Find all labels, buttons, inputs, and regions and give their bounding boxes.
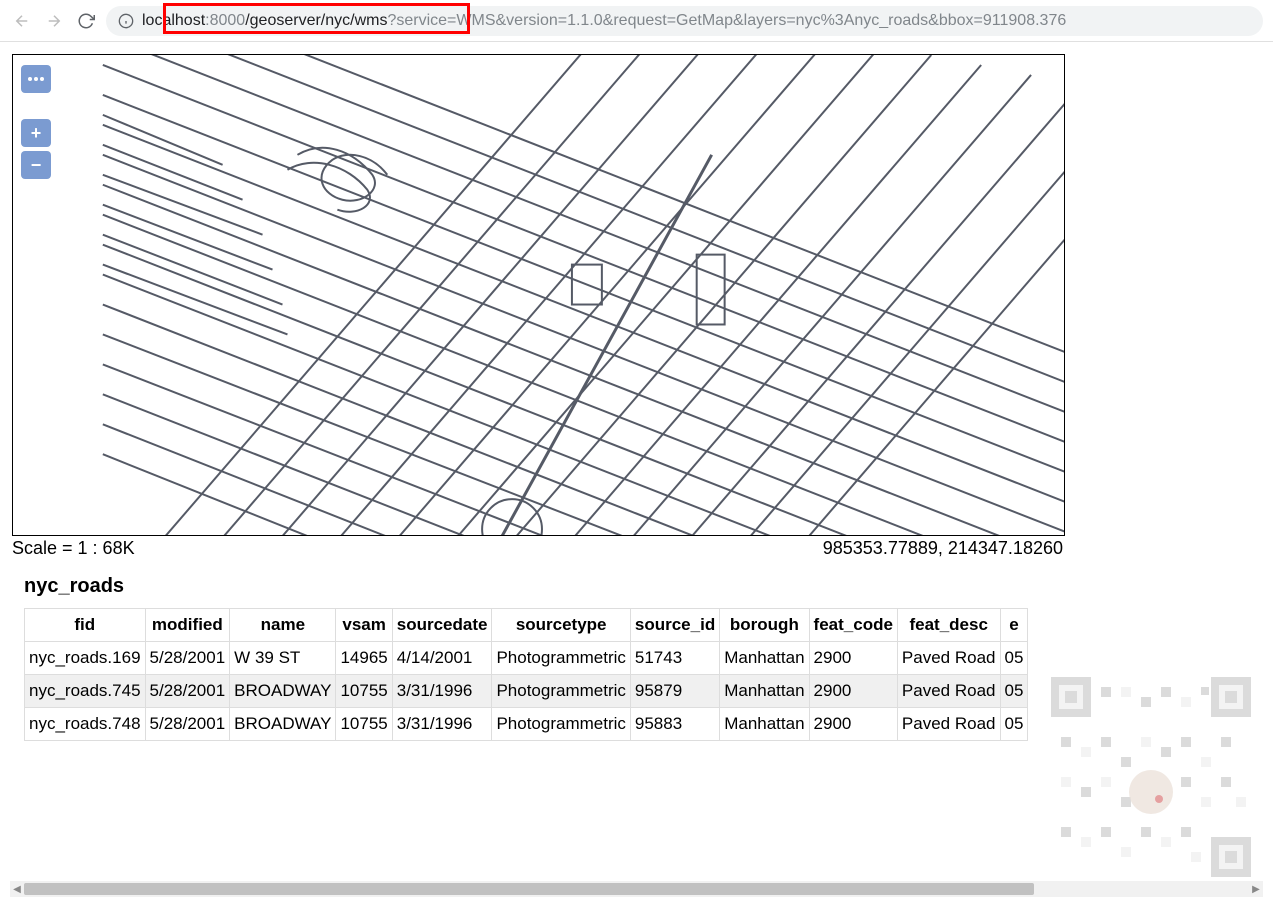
- cell-vsam: 10755: [336, 675, 392, 708]
- cell-vsam: 10755: [336, 708, 392, 741]
- cell-sourcedate: 4/14/2001: [392, 642, 492, 675]
- column-header: vsam: [336, 609, 392, 642]
- cell-name: BROADWAY: [230, 675, 336, 708]
- cell-name: W 39 ST: [230, 642, 336, 675]
- cell-sourcedate: 3/31/1996: [392, 675, 492, 708]
- reload-icon[interactable]: [74, 9, 98, 33]
- column-header: e: [1000, 609, 1028, 642]
- column-header: source_id: [630, 609, 719, 642]
- table-row[interactable]: nyc_roads.7455/28/2001BROADWAY107553/31/…: [25, 675, 1028, 708]
- cell-source_id: 95883: [630, 708, 719, 741]
- zoom-in-button[interactable]: +: [21, 119, 51, 147]
- cell-source_id: 95879: [630, 675, 719, 708]
- cell-e: 05: [1000, 708, 1028, 741]
- cell-sourcedate: 3/31/1996: [392, 708, 492, 741]
- cell-feat_code: 2900: [809, 642, 897, 675]
- scroll-left-icon[interactable]: ◀: [10, 881, 24, 897]
- cell-feat_code: 2900: [809, 708, 897, 741]
- cell-e: 05: [1000, 675, 1028, 708]
- cell-vsam: 14965: [336, 642, 392, 675]
- column-header: sourcedate: [392, 609, 492, 642]
- cell-feat_desc: Paved Road: [897, 675, 1000, 708]
- cell-fid: nyc_roads.745: [25, 675, 146, 708]
- cell-source_id: 51743: [630, 642, 719, 675]
- cell-feat_desc: Paved Road: [897, 642, 1000, 675]
- road-map: [13, 55, 1064, 536]
- table-title: nyc_roads: [24, 575, 1273, 598]
- cell-name: BROADWAY: [230, 708, 336, 741]
- column-header: sourcetype: [492, 609, 630, 642]
- cell-sourcetype: Photogrammetric: [492, 675, 630, 708]
- cell-sourcetype: Photogrammetric: [492, 708, 630, 741]
- scroll-thumb[interactable]: [24, 883, 1034, 895]
- browser-toolbar: localhost:8000/geoserver/nyc/wms?service…: [0, 0, 1273, 42]
- cell-borough: Manhattan: [720, 708, 809, 741]
- cell-modified: 5/28/2001: [145, 708, 230, 741]
- coord-label: 985353.77889, 214347.18260: [823, 538, 1063, 559]
- zoom-out-button[interactable]: −: [21, 151, 51, 179]
- column-header: borough: [720, 609, 809, 642]
- column-header: name: [230, 609, 336, 642]
- cell-borough: Manhattan: [720, 675, 809, 708]
- column-header: modified: [145, 609, 230, 642]
- horizontal-scrollbar[interactable]: ◀ ▶: [10, 881, 1263, 897]
- table-row[interactable]: nyc_roads.1695/28/2001W 39 ST149654/14/2…: [25, 642, 1028, 675]
- cell-e: 05: [1000, 642, 1028, 675]
- address-bar[interactable]: localhost:8000/geoserver/nyc/wms?service…: [106, 6, 1263, 36]
- map-viewport[interactable]: + −: [12, 54, 1065, 536]
- cell-modified: 5/28/2001: [145, 642, 230, 675]
- back-icon[interactable]: [10, 9, 34, 33]
- address-text: localhost:8000/geoserver/nyc/wms?service…: [142, 12, 1066, 30]
- scale-label: Scale = 1 : 68K: [12, 538, 135, 559]
- cell-borough: Manhattan: [720, 642, 809, 675]
- forward-icon[interactable]: [42, 9, 66, 33]
- cell-fid: nyc_roads.169: [25, 642, 146, 675]
- scroll-right-icon[interactable]: ▶: [1249, 881, 1263, 897]
- column-header: fid: [25, 609, 146, 642]
- map-menu-button[interactable]: [21, 65, 51, 93]
- column-header: feat_code: [809, 609, 897, 642]
- cell-sourcetype: Photogrammetric: [492, 642, 630, 675]
- feature-table: fidmodifiednamevsamsourcedatesourcetypes…: [24, 608, 1028, 741]
- cell-modified: 5/28/2001: [145, 675, 230, 708]
- cell-feat_code: 2900: [809, 675, 897, 708]
- column-header: feat_desc: [897, 609, 1000, 642]
- site-info-icon[interactable]: [118, 13, 134, 29]
- cell-fid: nyc_roads.748: [25, 708, 146, 741]
- cell-feat_desc: Paved Road: [897, 708, 1000, 741]
- table-row[interactable]: nyc_roads.7485/28/2001BROADWAY107553/31/…: [25, 708, 1028, 741]
